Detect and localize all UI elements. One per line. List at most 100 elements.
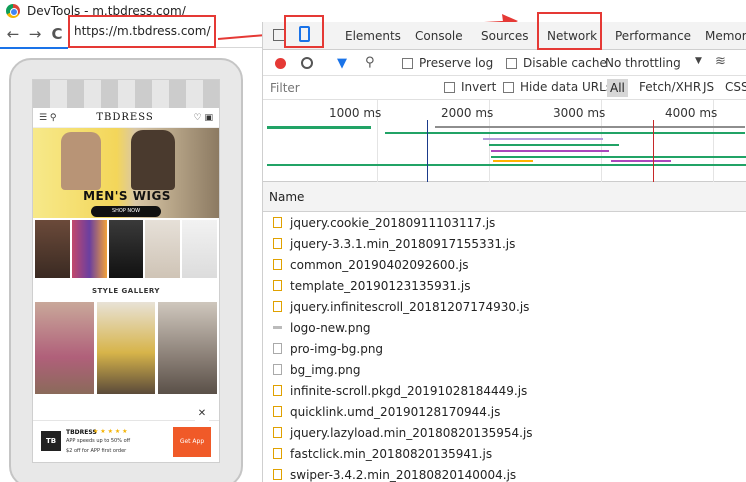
gallery-image[interactable] (35, 302, 94, 394)
category-thumb[interactable] (182, 220, 217, 278)
type-filter-css[interactable]: CSS (725, 80, 746, 94)
timeline-bar (491, 150, 609, 152)
app-promo-line: APP speeds up to 50% off (66, 438, 131, 444)
forward-icon[interactable]: → (26, 25, 44, 43)
network-tab-highlight (537, 12, 602, 50)
category-thumb[interactable] (108, 220, 144, 278)
request-name: bg_img.png (290, 362, 361, 377)
request-row[interactable]: swiper-3.4.2.min_20180820140004.js (263, 464, 746, 482)
app-download-banner: ✕ TB TBDRESS ★ ★ ★ ★ ★ APP speeds up to … (33, 407, 219, 462)
category-thumb[interactable] (35, 220, 70, 278)
close-icon[interactable]: ✕ (195, 407, 209, 421)
request-row[interactable]: bg_img.png (263, 359, 746, 380)
disable-cache-checkbox[interactable] (506, 58, 517, 69)
request-row[interactable]: template_20190123135931.js (263, 275, 746, 296)
timeline-bar (491, 156, 746, 158)
script-file-icon (273, 238, 282, 249)
request-row[interactable]: logo-new.png (263, 317, 746, 338)
get-app-button[interactable]: Get App (173, 427, 211, 457)
banner-model-right (131, 130, 175, 190)
type-filter-all[interactable]: All (607, 79, 628, 97)
request-row[interactable]: common_20190402092600.js (263, 254, 746, 275)
category-thumb[interactable] (145, 220, 181, 278)
request-name: infinite-scroll.pkgd_20191028184449.js (290, 383, 528, 398)
timeline-bar (611, 160, 671, 162)
category-thumb[interactable] (71, 220, 107, 278)
wishlist-cart-icon[interactable]: ♡ ▣ (194, 113, 213, 123)
request-row[interactable]: jquery.infinitescroll_20181207174930.js (263, 296, 746, 317)
script-file-icon (273, 385, 282, 396)
tab-console[interactable]: Console (415, 29, 463, 43)
type-filter-xhr[interactable]: Fetch/XHR (639, 80, 701, 94)
hero-banner[interactable]: MEN'S WIGS SHOP NOW (33, 128, 219, 218)
request-name: fastclick.min_20180820135941.js (290, 446, 493, 461)
request-row[interactable]: jquery-3.3.1.min_20180917155331.js (263, 233, 746, 254)
record-icon[interactable] (275, 58, 286, 69)
request-name: template_20190123135931.js (290, 278, 471, 293)
banner-title: MEN'S WIGS (83, 189, 171, 203)
filter-input[interactable] (267, 80, 431, 96)
request-name: jquery.lazyload.min_20180820135954.js (290, 425, 533, 440)
gallery-image[interactable] (96, 302, 156, 394)
request-name: swiper-3.4.2.min_20180820140004.js (290, 467, 517, 482)
script-file-icon (273, 448, 282, 459)
site-logo[interactable]: TBDRESS (96, 112, 153, 123)
menu-icon[interactable]: ☰ ⚲ (39, 113, 57, 123)
request-row[interactable]: jquery.cookie_20180911103117.js (263, 212, 746, 233)
tab-memory[interactable]: Memory (705, 29, 746, 43)
request-name: quicklink.umd_20190128170944.js (290, 404, 501, 419)
tab-elements[interactable]: Elements (345, 29, 401, 43)
hide-data-urls-label: Hide data URLs (520, 80, 613, 94)
banner-model-left (61, 132, 101, 190)
address-bar[interactable]: https://m.tbdress.com/ (68, 15, 216, 48)
script-file-icon (273, 406, 282, 417)
request-row[interactable]: jquery.lazyload.min_20180820135954.js (263, 422, 746, 443)
clear-icon[interactable] (301, 57, 313, 69)
requests-list: jquery.cookie_20180911103117.js jquery-3.… (263, 212, 746, 482)
timeline-tick-label: 2000 ms (441, 106, 494, 120)
search-icon[interactable]: ⚲ (365, 55, 375, 70)
devtools-tabbar: Elements Console Sources Network Perform… (263, 15, 746, 50)
request-row[interactable]: pro-img-bg.png (263, 338, 746, 359)
column-name-header[interactable]: Name (269, 190, 304, 204)
app-logo: TB (41, 431, 61, 451)
script-file-icon (273, 427, 282, 438)
tab-sources[interactable]: Sources (481, 29, 528, 43)
device-frame: ☰ ⚲ TBDRESS ♡ ▣ MEN'S WIGS SHOP NOW STYL… (9, 58, 243, 482)
type-filter-js[interactable]: JS (703, 80, 714, 94)
timeline-bar (435, 126, 745, 128)
tab-performance[interactable]: Performance (615, 29, 691, 43)
invert-label: Invert (461, 80, 497, 94)
timeline-bar (267, 164, 746, 166)
back-icon[interactable]: ← (4, 25, 22, 43)
device-toolbar-icon[interactable] (299, 26, 310, 42)
mobile-viewport[interactable]: ☰ ⚲ TBDRESS ♡ ▣ MEN'S WIGS SHOP NOW STYL… (32, 79, 220, 463)
request-row[interactable]: infinite-scroll.pkgd_20191028184449.js (263, 380, 746, 401)
timeline-bar (493, 160, 533, 162)
filter-icon[interactable]: ▼ (337, 56, 347, 71)
gallery-image[interactable] (158, 302, 218, 394)
invert-checkbox[interactable] (444, 82, 455, 93)
network-toolbar: ▼ ⚲ Preserve log Disable cache No thrott… (263, 50, 746, 76)
preserve-log-checkbox[interactable] (402, 58, 413, 69)
request-name: jquery.cookie_20180911103117.js (290, 215, 496, 230)
app-promo-line: $2 off for APP first order (66, 448, 127, 454)
throttling-select[interactable]: No throttling (605, 56, 681, 70)
dom-content-loaded-marker (427, 120, 428, 182)
shop-now-button[interactable]: SHOP NOW (91, 206, 161, 217)
network-overview-timeline[interactable]: 1000 ms 2000 ms 3000 ms 4000 ms (263, 100, 746, 182)
dropdown-arrow-icon[interactable]: ▼ (695, 56, 702, 66)
hide-data-urls-checkbox[interactable] (503, 82, 514, 93)
reload-icon[interactable]: C (48, 25, 66, 43)
request-row[interactable]: quicklink.umd_20190128170944.js (263, 401, 746, 422)
request-name: jquery-3.3.1.min_20180917155331.js (290, 236, 516, 251)
timeline-tick-label: 1000 ms (329, 106, 382, 120)
network-conditions-icon[interactable]: ≋ (715, 54, 726, 69)
rating-stars-icon: ★ ★ ★ ★ ★ (93, 428, 128, 435)
request-name: logo-new.png (290, 320, 371, 335)
request-name: jquery.infinitescroll_20181207174930.js (290, 299, 530, 314)
device-emulation-area: ☰ ⚲ TBDRESS ♡ ▣ MEN'S WIGS SHOP NOW STYL… (0, 49, 262, 482)
script-file-icon (273, 469, 282, 480)
request-row[interactable]: fastclick.min_20180820135941.js (263, 443, 746, 464)
request-name: pro-img-bg.png (290, 341, 384, 356)
